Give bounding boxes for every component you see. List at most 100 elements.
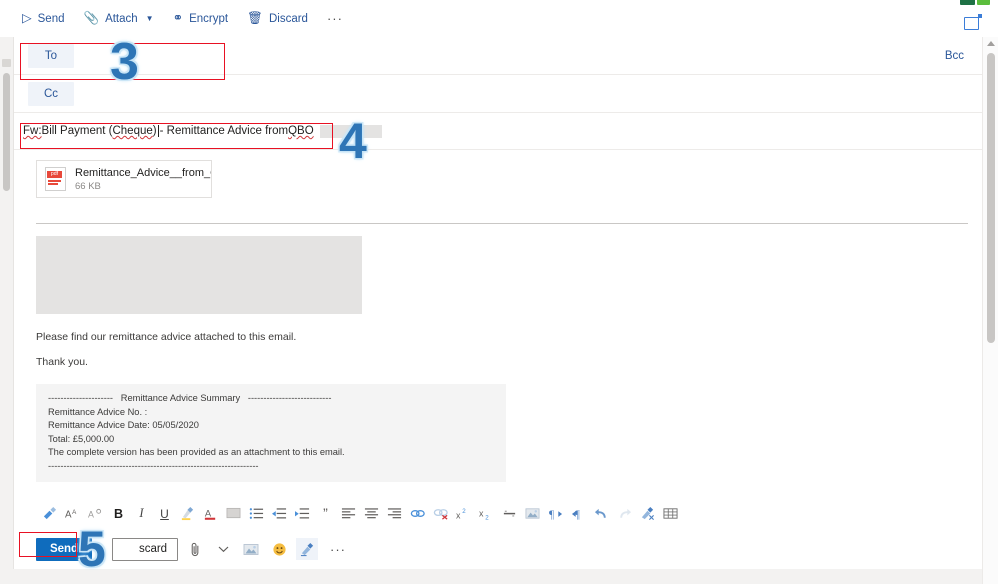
superscript-icon[interactable]: x2 (452, 503, 475, 525)
strikethrough-icon[interactable] (498, 503, 521, 525)
subscript-icon[interactable]: x2 (475, 503, 498, 525)
pop-out-dot (978, 14, 982, 18)
send-command-label: Send (37, 12, 65, 25)
summary-note: The complete version has been provided a… (48, 447, 345, 458)
svg-text:x: x (479, 508, 484, 518)
svg-text:¶: ¶ (549, 508, 554, 520)
svg-text:x: x (456, 510, 461, 520)
attachment-meta: Remittance_Advice__from_QB... 66 KB (75, 167, 211, 192)
body-line-1: Please find our remittance advice attach… (36, 331, 297, 343)
subject-cheque: Cheque (112, 125, 153, 137)
send-arrow-icon: ▷ (22, 11, 32, 26)
left-rail (0, 37, 14, 584)
more-commands-button[interactable]: ··· (319, 11, 351, 26)
left-to-right-icon[interactable]: ¶ (544, 503, 567, 525)
svg-text:A: A (65, 509, 72, 520)
format-painter-icon[interactable] (38, 503, 61, 525)
scrollbar-thumb[interactable] (987, 53, 995, 343)
chevron-down-icon[interactable] (212, 538, 234, 560)
paperclip-icon: 📎 (83, 11, 100, 26)
signature-button[interactable] (296, 538, 318, 560)
discard-command[interactable]: 🗑 Discard (239, 5, 316, 33)
clear-formatting-icon[interactable] (636, 503, 659, 525)
svg-text:A: A (72, 509, 77, 516)
highlight-icon[interactable] (176, 503, 199, 525)
discard-button[interactable]: scard (112, 537, 178, 561)
pop-out-icon[interactable] (964, 14, 982, 30)
undo-icon[interactable] (590, 503, 613, 525)
summary-date: Remittance Advice Date: 05/05/2020 (48, 420, 199, 431)
summary-footer: ----------------------------------------… (48, 460, 259, 471)
right-to-left-icon[interactable]: ¶ (567, 503, 590, 525)
encrypt-command[interactable]: ⚭ Encrypt (165, 5, 236, 33)
send-command[interactable]: ▷ Send (14, 5, 72, 33)
send-action-bar: Send scard ··· (14, 529, 982, 569)
attach-command-label: Attach (105, 12, 138, 25)
insert-picture-icon[interactable] (521, 503, 544, 525)
insert-table-icon[interactable] (659, 503, 682, 525)
subject-rest: - Remittance Advice from (159, 125, 289, 137)
compose-scrollbar[interactable] (982, 37, 998, 584)
font-color-icon[interactable]: A (199, 503, 222, 525)
more-options-button[interactable]: ··· (330, 542, 346, 557)
attach-file-button[interactable] (184, 538, 206, 560)
pdf-line-2 (48, 183, 58, 185)
body-divider (36, 223, 968, 224)
emoji-button[interactable] (268, 538, 290, 560)
increase-font-size-icon[interactable]: AA (61, 503, 84, 525)
remove-link-icon[interactable] (429, 503, 452, 525)
to-label[interactable]: To (28, 43, 74, 68)
svg-text:A: A (88, 509, 94, 519)
text-caret (157, 125, 159, 137)
trash-icon: 🗑 (247, 11, 263, 26)
insert-picture-button[interactable] (240, 538, 262, 560)
body-redaction-block (36, 236, 362, 314)
cc-label[interactable]: Cc (28, 81, 74, 106)
align-center-icon[interactable] (360, 503, 383, 525)
excel-taskbar-icon (960, 0, 994, 7)
insert-link-icon[interactable] (406, 503, 429, 525)
subject-mid: Bill Payment ( (41, 125, 113, 137)
bulleted-list-icon[interactable] (245, 503, 268, 525)
align-right-icon[interactable] (383, 503, 406, 525)
decrease-font-size-icon[interactable]: A (84, 503, 107, 525)
message-body[interactable]: Please find our remittance advice attach… (14, 223, 982, 482)
svg-text:2: 2 (485, 514, 489, 521)
encrypt-command-label: Encrypt (189, 12, 229, 25)
discard-command-label: Discard (268, 12, 308, 25)
remittance-summary-block: --------------------- Remittance Advice … (36, 384, 506, 482)
attachment-size: 66 KB (75, 180, 101, 192)
align-left-icon[interactable] (337, 503, 360, 525)
summary-total: Total: £5,000.00 (48, 433, 115, 444)
to-row: To Bcc (14, 37, 982, 75)
cc-row: Cc (14, 75, 982, 113)
cc-input[interactable] (74, 75, 982, 112)
left-scrollbar-thumb[interactable] (3, 73, 10, 191)
compose-command-bar: ▷ Send 📎 Attach ▼ ⚭ Encrypt 🗑 Discard ··… (0, 0, 998, 37)
underline-icon[interactable]: U (153, 503, 176, 525)
to-input[interactable] (74, 37, 982, 74)
subject-input[interactable]: Fw: Bill Payment (Cheque) - Remittance A… (23, 124, 382, 138)
increase-indent-icon[interactable] (291, 503, 314, 525)
left-rail-stub (2, 59, 11, 67)
chevron-down-icon: ▼ (145, 14, 154, 23)
attachment-area: pdf Remittance_Advice__from_QB... 66 KB (14, 150, 982, 208)
pdf-file-icon: pdf (45, 167, 66, 191)
attach-command[interactable]: 📎 Attach ▼ (75, 5, 161, 33)
scroll-up-arrow-icon[interactable] (987, 41, 995, 46)
green-icon-part-right (977, 0, 990, 5)
send-button[interactable]: Send (36, 537, 92, 561)
window-bottom-strip (0, 569, 998, 584)
bcc-toggle[interactable]: Bcc (945, 50, 964, 62)
attachment-name: Remittance_Advice__from_QB... (75, 166, 211, 179)
italic-icon[interactable]: I (130, 503, 153, 525)
paragraph-shading-icon[interactable] (222, 503, 245, 525)
attachment-item[interactable]: pdf Remittance_Advice__from_QB... 66 KB (36, 160, 212, 198)
decrease-indent-icon[interactable] (268, 503, 291, 525)
pop-out-square (964, 17, 979, 30)
redo-icon[interactable] (613, 503, 636, 525)
bold-icon[interactable]: B (107, 503, 130, 525)
formatting-toolbar: AA A B I U A ” x 2 x 2 ¶ ¶ (14, 498, 982, 529)
quote-icon[interactable]: ” (314, 503, 337, 525)
encrypt-shield-icon: ⚭ (172, 11, 184, 26)
